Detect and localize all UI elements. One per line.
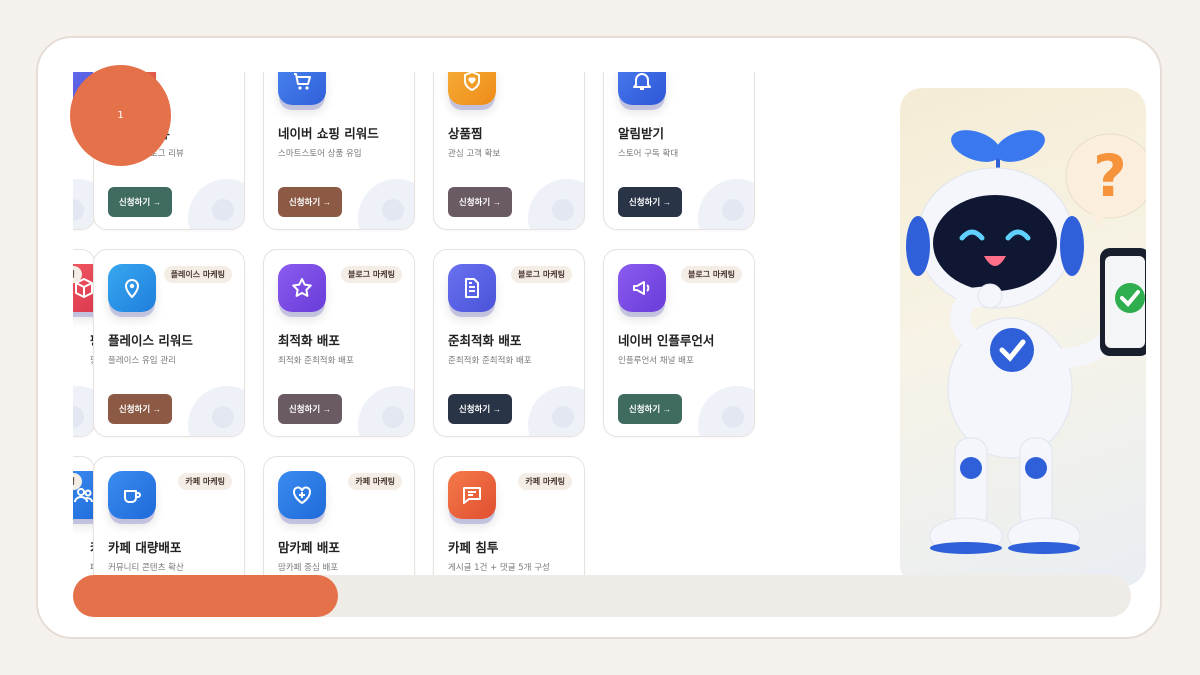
apply-button[interactable]: 신청하기 → xyxy=(278,187,342,217)
star-icon xyxy=(278,264,326,312)
decor-circle xyxy=(73,386,94,436)
service-title: 맘카페 배포 xyxy=(278,540,340,555)
cart-icon xyxy=(278,72,326,105)
apply-button[interactable]: 신청하기 → xyxy=(448,394,512,424)
apply-button[interactable]: 신청하기 → xyxy=(618,394,682,424)
service-title: 네이버 쇼핑 리워드 xyxy=(278,126,379,141)
service-card: 블로그 마케팅최적화 배포최적화 준최적화 배포신청하기 → xyxy=(263,249,415,437)
service-card: 카페 마케팅맘카페 배포맘카페 중심 배포 xyxy=(263,456,415,577)
service-card: 알림받기스토어 구독 확대신청하기 → xyxy=(603,72,755,230)
cup-icon xyxy=(108,471,156,519)
service-title: 카페 침투 xyxy=(448,540,499,555)
apply-button[interactable]: 신청하기 → xyxy=(108,187,172,217)
service-desc: 스마트스토어 상품 유입 xyxy=(278,149,362,159)
bell-icon xyxy=(618,72,666,105)
megaphone-icon xyxy=(618,264,666,312)
decor-circle xyxy=(698,179,754,229)
svg-text:?: ? xyxy=(1093,142,1127,210)
service-card: 카페 마케팅카페 회원수 대행페 성장 보조 xyxy=(73,456,95,577)
decor-circle xyxy=(698,386,754,436)
service-desc: 맘카페 중심 배포 xyxy=(278,563,339,573)
progress-fill xyxy=(73,575,338,617)
service-title: 알림받기 xyxy=(618,126,665,141)
service-desc: 최적화 준최적화 배포 xyxy=(278,356,354,366)
service-card: 쇼핑 마케팅팡 리워드팡 상품 유입신청하기 → xyxy=(73,249,95,437)
question-bubble-icon: ? xyxy=(1065,133,1146,228)
chat-icon xyxy=(448,471,496,519)
service-card: 네이버 쇼핑 리워드스마트스토어 상품 유입신청하기 → xyxy=(263,72,415,230)
apply-button[interactable]: 신청하기 → xyxy=(278,394,342,424)
service-card: 플레이스 마케팅플레이스 리워드플레이스 유입 관리신청하기 → xyxy=(93,249,245,437)
service-title: 상품찜 xyxy=(448,126,483,141)
card-grid-viewport: 운 신청하기 → 블로그 리뷰플레이스 블로그 리뷰신청하기 →네이버 쇼핑 리… xyxy=(73,72,863,577)
document-icon xyxy=(448,264,496,312)
service-title: 준최적화 배포 xyxy=(448,333,522,348)
category-badge: 블로그 마케팅 xyxy=(681,266,742,283)
service-desc: 인플루언서 채널 배포 xyxy=(618,356,694,366)
decor-circle xyxy=(188,386,244,436)
category-badge: 카페 마케팅 xyxy=(348,473,402,490)
decor-circle xyxy=(73,179,94,229)
apply-button[interactable]: 신청하기 → xyxy=(108,394,172,424)
heart-plus-icon xyxy=(278,471,326,519)
service-desc: 플레이스 유입 관리 xyxy=(108,356,176,366)
service-card: 블로그 마케팅네이버 인플루언서인플루언서 채널 배포신청하기 → xyxy=(603,249,755,437)
service-desc: 게시글 1건 + 댓글 5개 구성 xyxy=(448,563,550,573)
decor-circle xyxy=(358,179,414,229)
apply-button[interactable]: 신청하기 → xyxy=(448,187,512,217)
service-card: 블로그 마케팅준최적화 배포준최적화 준최적화 배포신청하기 → xyxy=(433,249,585,437)
service-title: 카페 대량배포 xyxy=(108,540,182,555)
service-title: 네이버 인플루언서 xyxy=(618,333,715,348)
category-badge: 블로그 마케팅 xyxy=(341,266,402,283)
decor-circle xyxy=(358,386,414,436)
category-badge: 블로그 마케팅 xyxy=(511,266,572,283)
service-desc: 준최적화 준최적화 배포 xyxy=(448,356,532,366)
robot-icon: ? xyxy=(906,130,1146,555)
map-pin-icon xyxy=(108,264,156,312)
decor-circle xyxy=(528,386,584,436)
service-desc: 관심 고객 확보 xyxy=(448,149,501,159)
step-marker[interactable]: 1 xyxy=(70,65,171,166)
service-card: 카페 마케팅카페 대량배포커뮤니티 콘텐츠 확산 xyxy=(93,456,245,577)
decor-circle xyxy=(188,179,244,229)
category-badge: 플레이스 마케팅 xyxy=(163,266,232,283)
main-frame: 운 신청하기 → 블로그 리뷰플레이스 블로그 리뷰신청하기 →네이버 쇼핑 리… xyxy=(36,36,1162,639)
category-badge: 카페 마케팅 xyxy=(178,473,232,490)
service-card: 카페 마케팅카페 침투게시글 1건 + 댓글 5개 구성 xyxy=(433,456,585,577)
service-title: 플레이스 리워드 xyxy=(108,333,193,348)
apply-button[interactable]: 신청하기 → xyxy=(618,187,682,217)
category-badge: 카페 마케팅 xyxy=(518,473,572,490)
service-desc: 스토어 구독 확대 xyxy=(618,149,679,159)
service-title: 최적화 배포 xyxy=(278,333,340,348)
robot-mascot-illustration: ? xyxy=(900,88,1146,586)
heart-shield-icon xyxy=(448,72,496,105)
decor-circle xyxy=(528,179,584,229)
progress-bar xyxy=(73,575,1131,617)
service-desc: 커뮤니티 콘텐츠 확산 xyxy=(108,563,184,573)
service-card: 상품찜관심 고객 확보신청하기 → xyxy=(433,72,585,230)
